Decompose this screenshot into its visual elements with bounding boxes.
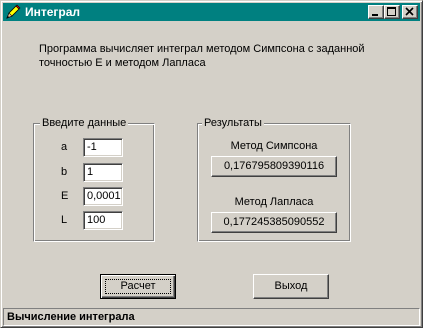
results-group-title: Результаты: [202, 116, 264, 130]
exit-button[interactable]: Выход: [253, 274, 329, 299]
field-l-input[interactable]: 100: [83, 211, 123, 230]
field-a-input[interactable]: -1: [83, 138, 123, 157]
calculate-button-label: Расчет: [120, 280, 156, 292]
input-group-title: Введите данные: [40, 116, 129, 130]
field-b-input[interactable]: 1: [83, 163, 123, 182]
simpson-result: 0,176795809390116: [211, 156, 337, 177]
status-bar: Вычисление интеграла: [3, 308, 420, 326]
laplace-label: Метод Лапласа: [234, 196, 314, 208]
program-description: Программа вычисляет интеграл методом Сим…: [39, 42, 399, 70]
calculate-button[interactable]: Расчет: [100, 274, 176, 299]
maximize-button[interactable]: [384, 5, 400, 19]
simpson-label: Метод Симпсона: [230, 140, 318, 152]
field-label-e: E: [61, 190, 69, 202]
exit-button-label: Выход: [274, 280, 308, 292]
pencil-icon[interactable]: [5, 4, 21, 20]
field-e-input[interactable]: 0,0001: [83, 187, 123, 206]
description-line-1: Программа вычисляет интеграл методом Сим…: [39, 43, 365, 55]
close-icon: [405, 7, 414, 16]
laplace-result: 0,177245385090552: [211, 212, 337, 233]
close-button[interactable]: [402, 5, 418, 19]
window-title: Интеграл: [25, 5, 81, 19]
status-text: Вычисление интеграла: [7, 311, 135, 323]
maximize-icon: [387, 7, 396, 16]
description-line-2: точностью Е и методом Лапласа: [39, 57, 206, 69]
minimize-button[interactable]: [368, 5, 384, 19]
minimize-icon: [372, 14, 378, 16]
field-label-b: b: [61, 166, 68, 178]
field-label-a: a: [61, 141, 68, 153]
main-window: Интеграл Программа вычисляет интеграл ме…: [0, 0, 423, 328]
field-label-l: L: [61, 214, 68, 226]
title-bar[interactable]: Интеграл: [3, 3, 420, 21]
